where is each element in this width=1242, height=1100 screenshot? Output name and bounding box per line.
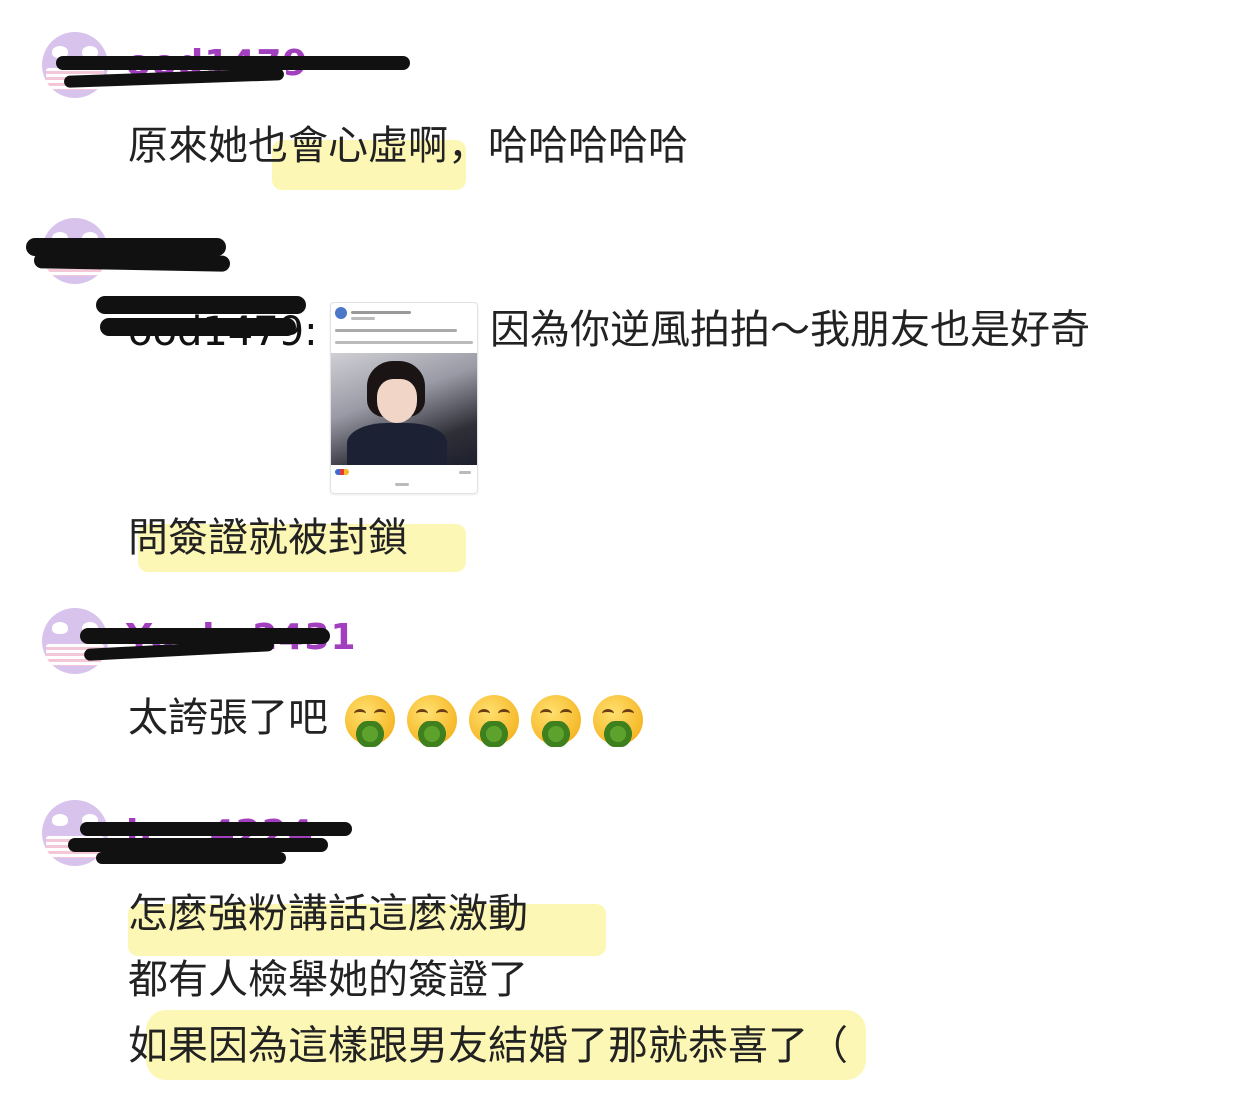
- redaction-mark: [33, 252, 231, 272]
- comment-text-line-2: 都有人檢舉她的簽證了: [128, 957, 528, 1003]
- comment-text-line-1: 怎麼強粉講話這麼激動: [128, 891, 528, 937]
- reply-mention[interactable]: ood1479:: [128, 300, 318, 364]
- comment-text: 原來她也會心虛啊，哈哈哈哈哈: [128, 123, 688, 169]
- nauseated-face-icon: [468, 695, 519, 747]
- profile-icon: [335, 307, 347, 319]
- redaction-mark: [68, 838, 328, 852]
- redaction-mark: [80, 822, 352, 836]
- comment-text-line-3: 如果因為這樣跟男友結婚了那就恭喜了（: [128, 1023, 848, 1069]
- shared-post-thumbnail[interactable]: [330, 302, 478, 494]
- nauseated-face-icon: [592, 695, 643, 747]
- nauseated-face-icon: [530, 695, 581, 747]
- comment-text: 太誇張了吧: [128, 686, 655, 750]
- redaction-mark: [96, 852, 286, 864]
- reaction-icons: [335, 469, 349, 475]
- post-photo: [331, 353, 477, 465]
- redaction-mark: [56, 56, 410, 70]
- nauseated-face-icon: [344, 695, 395, 747]
- nauseated-face-icon: [406, 695, 457, 747]
- comment-text: 問簽證就被封鎖: [128, 515, 408, 561]
- comment-text-label: 太誇張了吧: [128, 695, 328, 741]
- reply-text: 因為你逆風拍拍～我朋友也是好奇: [490, 307, 1090, 353]
